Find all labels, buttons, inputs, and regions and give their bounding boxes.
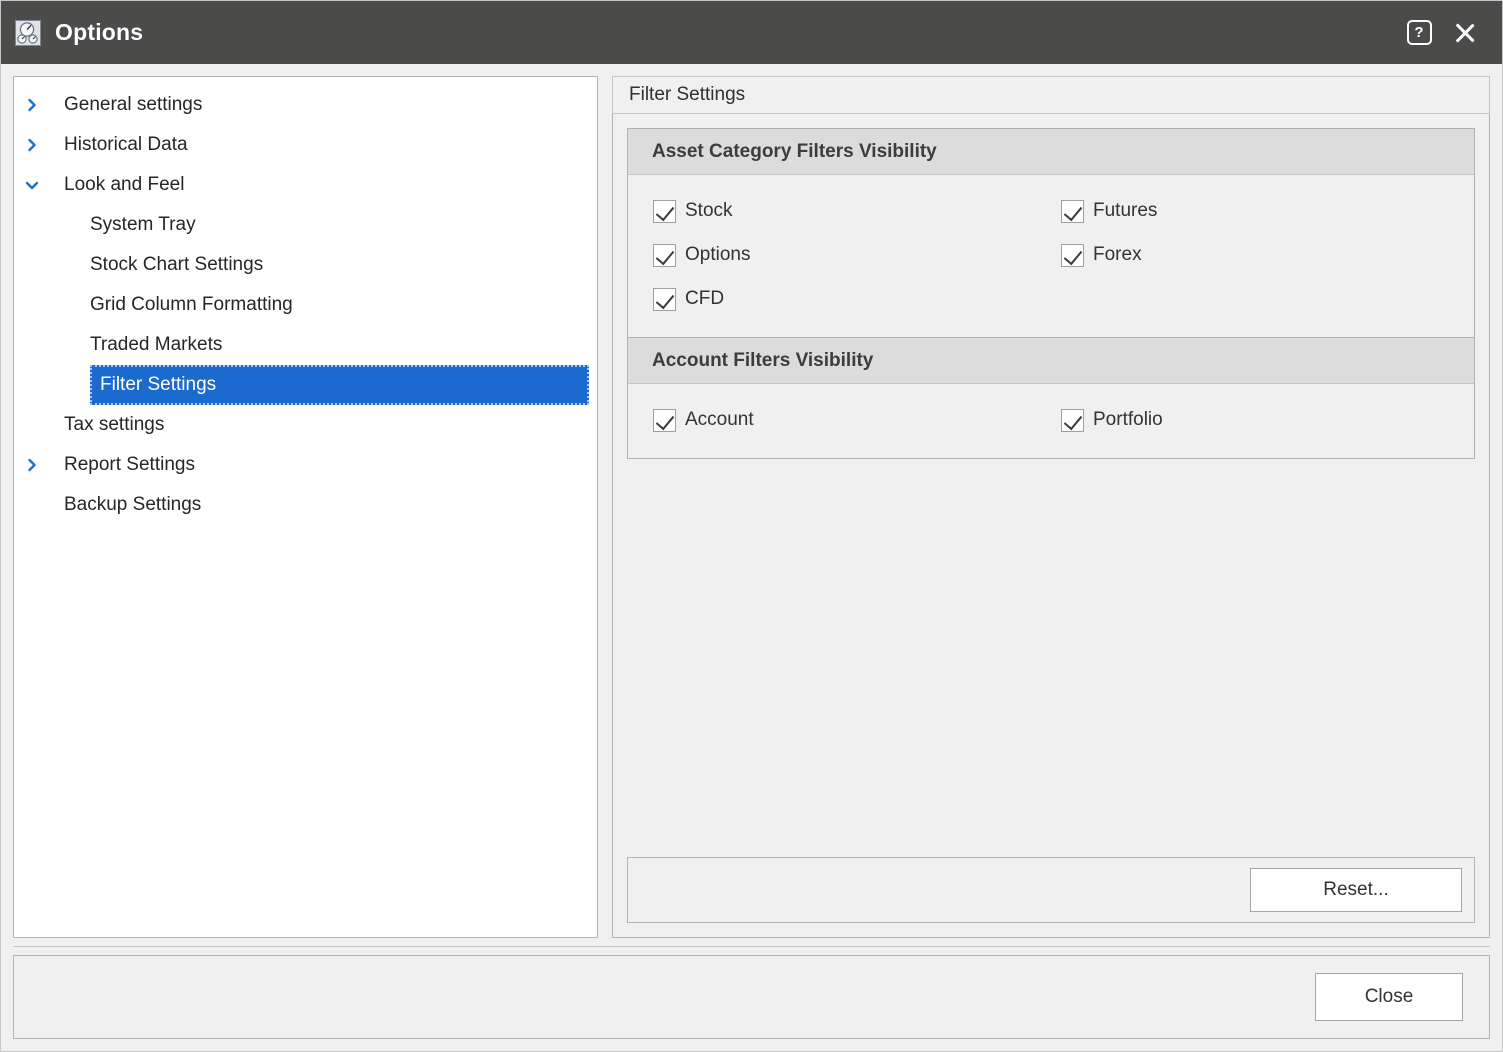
sidebar-item-label: Report Settings: [64, 454, 195, 475]
footer-separator: [13, 946, 1490, 947]
chevron-right-icon[interactable]: [14, 137, 50, 153]
group-account-filters-visibility: Account Filters Visibility Account Portfol…: [627, 338, 1475, 459]
sidebar-item-label: System Tray: [90, 214, 196, 235]
checkbox-label: Stock: [685, 200, 733, 221]
chevron-right-icon[interactable]: [14, 97, 50, 113]
checkbox-label: Options: [685, 244, 751, 265]
sidebar-item-filter-settings[interactable]: Filter Settings: [90, 365, 589, 405]
settings-tree-panel[interactable]: General settings Historical Data Look and …: [13, 76, 598, 938]
settings-detail-panel: Filter Settings Asset Category Filters V…: [612, 76, 1490, 938]
sidebar-item-traded-markets[interactable]: Traded Markets: [14, 325, 597, 365]
sidebar-item-label: Traded Markets: [90, 334, 223, 355]
checkbox-label: Account: [685, 409, 754, 430]
checkbox-label: Futures: [1093, 200, 1158, 221]
sidebar-item-label: Historical Data: [64, 134, 188, 155]
sidebar-item-label: Backup Settings: [64, 494, 202, 515]
dialog-footer: Close: [13, 955, 1490, 1039]
question-mark-icon: ?: [1406, 20, 1432, 45]
sidebar-item-stock-chart-settings[interactable]: Stock Chart Settings: [14, 245, 597, 285]
checkmark-icon[interactable]: [1061, 199, 1084, 223]
checkbox-portfolio[interactable]: Portfolio: [1036, 398, 1474, 442]
close-icon: [1451, 19, 1479, 47]
group-body: Account Portfolio: [628, 384, 1474, 458]
sidebar-item-tax-settings[interactable]: Tax settings: [14, 405, 597, 445]
sidebar-item-label: Grid Column Formatting: [90, 294, 293, 315]
checkbox-label: Portfolio: [1093, 409, 1163, 430]
checkbox-account[interactable]: Account: [628, 398, 1036, 442]
checkbox-cfd[interactable]: CFD: [628, 277, 1036, 321]
checkbox-options[interactable]: Options: [628, 233, 1036, 277]
sidebar-item-grid-column-formatting[interactable]: Grid Column Formatting: [14, 285, 597, 325]
options-gauge-icon: [15, 19, 41, 46]
panel-title: Filter Settings: [629, 84, 746, 105]
group-header: Account Filters Visibility: [628, 338, 1474, 384]
checkbox-grid: Account Portfolio: [628, 398, 1474, 442]
window-title: Options: [55, 19, 144, 45]
checkbox-futures[interactable]: Futures: [1036, 189, 1474, 233]
checkmark-icon[interactable]: [653, 408, 676, 432]
sidebar-item-label: Filter Settings: [100, 374, 217, 395]
sidebar-item-look-and-feel[interactable]: Look and Feel: [14, 165, 597, 205]
group-title: Asset Category Filters Visibility: [652, 140, 937, 162]
group-body: Stock Futures Options Forex CFD: [628, 175, 1474, 337]
checkbox-grid-spacer: [1036, 277, 1474, 321]
checkmark-icon[interactable]: [653, 243, 676, 267]
panel-header: Filter Settings: [612, 76, 1490, 114]
sidebar-item-system-tray[interactable]: System Tray: [14, 205, 597, 245]
chevron-right-icon[interactable]: [14, 457, 50, 473]
group-title: Account Filters Visibility: [652, 349, 874, 371]
sidebar-item-label: Look and Feel: [64, 174, 185, 195]
checkbox-grid: Stock Futures Options Forex CFD: [628, 189, 1474, 321]
chevron-down-icon[interactable]: [14, 177, 50, 193]
help-button[interactable]: ?: [1396, 10, 1442, 56]
checkmark-icon[interactable]: [653, 199, 676, 223]
title-bar: Options ?: [1, 1, 1502, 64]
options-dialog-window: Options ? General settings Historical Dat…: [0, 0, 1503, 1052]
sidebar-item-label: General settings: [64, 94, 203, 115]
sidebar-item-general-settings[interactable]: General settings: [14, 85, 597, 125]
checkbox-label: Forex: [1093, 244, 1142, 265]
panel-filler: [627, 459, 1475, 845]
sidebar-item-report-settings[interactable]: Report Settings: [14, 445, 597, 485]
close-button[interactable]: Close: [1315, 973, 1463, 1021]
group-asset-category-filters-visibility: Asset Category Filters Visibility Stock Fu…: [627, 128, 1475, 338]
filter-groups-container: Asset Category Filters Visibility Stock Fu…: [627, 128, 1475, 459]
checkbox-forex[interactable]: Forex: [1036, 233, 1474, 277]
reset-button[interactable]: Reset...: [1250, 868, 1462, 912]
checkmark-icon[interactable]: [653, 287, 676, 311]
checkbox-label: CFD: [685, 288, 725, 309]
checkbox-stock[interactable]: Stock: [628, 189, 1036, 233]
sidebar-item-historical-data[interactable]: Historical Data: [14, 125, 597, 165]
sidebar-item-label: Tax settings: [64, 414, 165, 435]
dialog-body: General settings Historical Data Look and …: [1, 64, 1502, 946]
settings-tree-list: General settings Historical Data Look and …: [14, 85, 597, 525]
reset-button-bar: Reset...: [627, 857, 1475, 923]
close-window-button[interactable]: [1442, 10, 1488, 56]
panel-content: Asset Category Filters Visibility Stock Fu…: [612, 114, 1490, 938]
group-header: Asset Category Filters Visibility: [628, 129, 1474, 175]
checkmark-icon[interactable]: [1061, 243, 1084, 267]
sidebar-item-backup-settings[interactable]: Backup Settings: [14, 485, 597, 525]
checkmark-icon[interactable]: [1061, 408, 1084, 432]
sidebar-item-label: Stock Chart Settings: [90, 254, 264, 275]
